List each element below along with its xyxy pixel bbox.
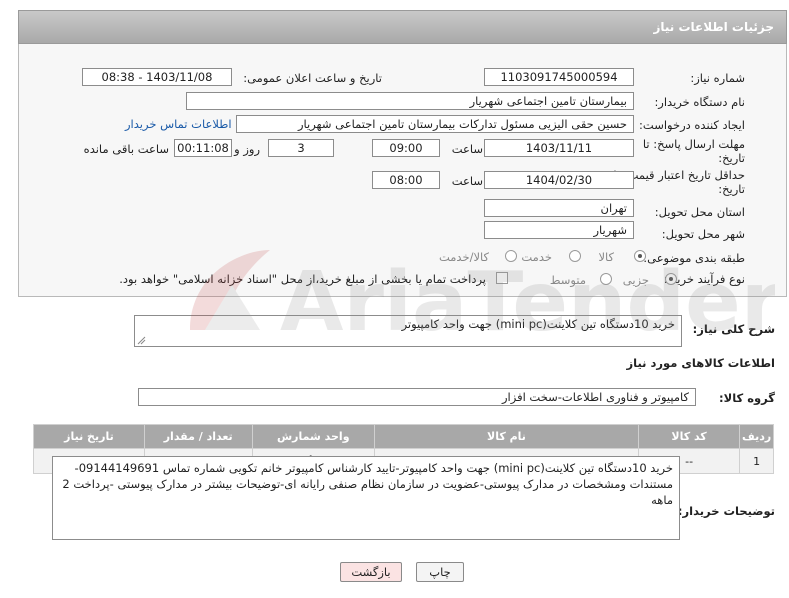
time-remaining-field: 00:11:08	[174, 139, 232, 157]
buyer-notes-field: خرید 10دستگاه تین کلاینت(mini pc) جهت وا…	[52, 456, 680, 540]
header-need-date: تاریخ نیاز	[33, 424, 145, 449]
time-remaining-label: ساعت باقی مانده	[83, 142, 169, 156]
goods-info-title: اطلاعات کالاهای مورد نیاز	[626, 356, 775, 370]
resize-handle-icon[interactable]	[137, 336, 146, 345]
price-validity-time-field: 08:00	[372, 171, 440, 189]
buyer-org-label: نام دستگاه خریدار:	[654, 95, 745, 109]
deadline-date-field: 1403/11/11	[484, 139, 634, 157]
header-quantity: تعداد / مقدار	[143, 424, 253, 449]
category-option-goods: کالا	[598, 250, 614, 264]
print-button[interactable]: چاپ	[416, 562, 464, 582]
delivery-province-field: تهران	[484, 199, 634, 217]
deadline-label: مهلت ارسال پاسخ: تا	[642, 137, 745, 151]
announce-datetime-label: تاریخ و ساعت اعلان عمومی:	[243, 71, 382, 85]
process-radio-medium[interactable]	[600, 273, 612, 285]
treasury-payment-checkbox[interactable]	[496, 272, 508, 284]
need-number-field: 1103091745000594	[484, 68, 634, 86]
deadline-date-label: تاریخ:	[718, 151, 745, 165]
deadline-time-label: ساعت	[451, 142, 483, 156]
delivery-city-field: شهریار	[484, 221, 634, 239]
subject-category-label: طبقه بندی موضوعی:	[643, 251, 745, 265]
general-description-label: شرح کلی نیاز:	[692, 322, 775, 336]
days-label: روز و	[234, 142, 260, 156]
header-item-code: کد کالا	[637, 424, 741, 449]
goods-group-field: کامپیوتر و فناوری اطلاعات-سخت افزار	[138, 388, 696, 406]
header-row-number: ردیف	[739, 424, 774, 449]
process-radio-minor[interactable]	[665, 273, 677, 285]
price-validity-time-label: ساعت	[451, 174, 483, 188]
delivery-province-label: استان محل تحویل:	[654, 205, 745, 219]
deadline-time-field: 09:00	[372, 139, 440, 157]
header-unit: واحد شمارش	[251, 424, 376, 449]
delivery-city-label: شهر محل تحویل:	[661, 227, 745, 241]
category-option-service: خدمت	[521, 250, 552, 264]
panel-header: جزئیات اطلاعات نیاز	[18, 10, 787, 44]
process-option-medium: متوسط	[549, 273, 586, 287]
category-radio-goods[interactable]	[634, 250, 646, 262]
general-description-field: خرید 10دستگاه تین کلاینت(mini pc) جهت وا…	[134, 315, 682, 347]
category-option-goods-service: کالا/خدمت	[438, 250, 489, 264]
treasury-payment-note: پرداخت تمام یا بخشی از مبلغ خرید،از محل …	[119, 272, 486, 286]
buyer-contact-link[interactable]: اطلاعات تماس خریدار	[125, 117, 232, 131]
goods-group-label: گروه کالا:	[719, 391, 775, 405]
table-header-row: ردیف کد کالا نام کالا واحد شمارش تعداد /…	[33, 424, 774, 449]
category-radio-goods-service[interactable]	[505, 250, 517, 262]
buyer-org-field: بیمارستان تامین اجتماعی شهریار	[186, 92, 634, 110]
back-button[interactable]: بازگشت	[340, 562, 402, 582]
need-number-label: شماره نیاز:	[690, 71, 745, 85]
announce-datetime-field: 1403/11/08 - 08:38	[82, 68, 232, 86]
days-remaining-field: 3	[268, 139, 334, 157]
price-validity-date-field: 1404/02/30	[484, 171, 634, 189]
buyer-notes-label: توضیحات خریدار:	[677, 504, 775, 518]
price-validity-date-label: تاریخ:	[718, 182, 745, 196]
page-title: جزئیات اطلاعات نیاز	[653, 20, 774, 34]
category-radio-service[interactable]	[569, 250, 581, 262]
requester-label: ایجاد کننده درخواست:	[639, 118, 745, 132]
process-option-minor: جزیی	[622, 273, 649, 287]
cell-row-number: 1	[739, 448, 774, 474]
requester-field: حسین حقی الیزیی مسئول تدارکات بیمارستان …	[236, 115, 634, 133]
header-item-name: نام کالا	[374, 424, 639, 449]
